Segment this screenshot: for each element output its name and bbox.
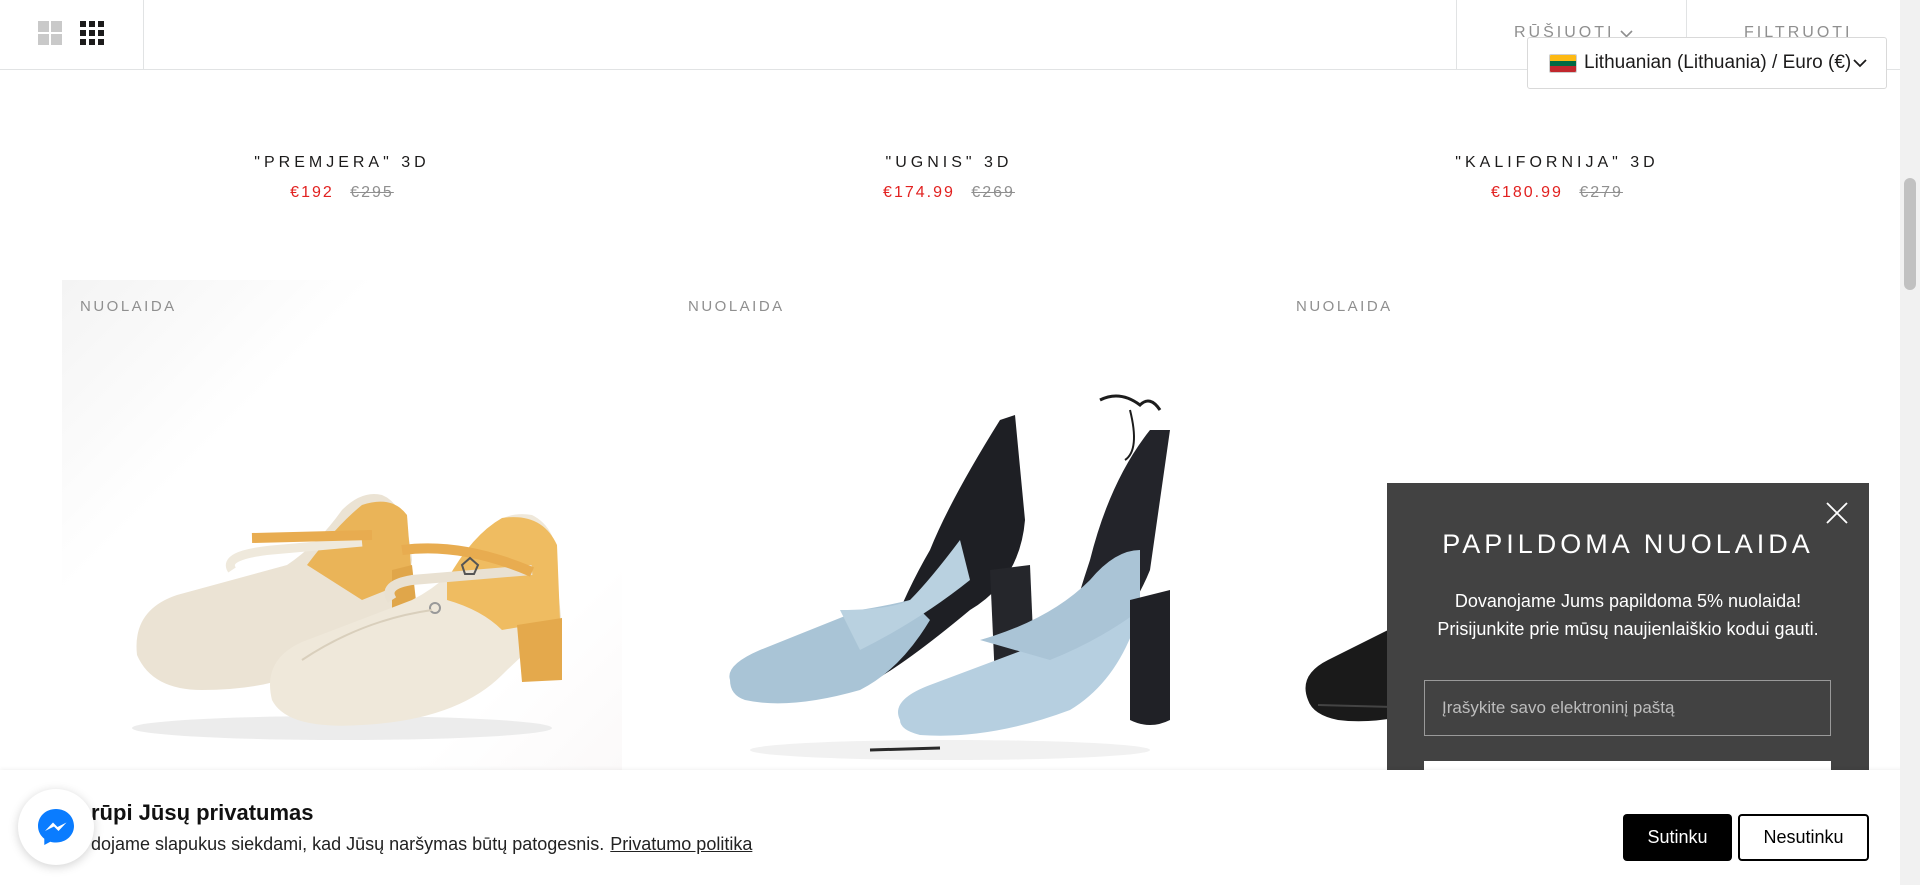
product-info[interactable]: "UGNIS" 3D €174.99 €269 (649, 154, 1249, 202)
popup-title: PAPILDOMA NUOLAIDA (1442, 529, 1814, 559)
sale-price: €180.99 (1491, 184, 1563, 201)
cookie-title: rūpi Jūsų privatumas (91, 800, 314, 825)
grid-2-icon[interactable] (37, 20, 63, 46)
product-price: €174.99 €269 (649, 184, 1249, 202)
page-scrollbar[interactable] (1900, 0, 1920, 885)
product-info[interactable]: "KALIFORNIJA" 3D €180.99 €279 (1257, 154, 1857, 202)
newsletter-popup: PAPILDOMA NUOLAIDA Dovanojame Jums papil… (1387, 483, 1869, 775)
lithuania-flag-icon (1549, 54, 1577, 73)
product-title[interactable]: "KALIFORNIJA" 3D (1257, 154, 1857, 176)
messenger-chat-button[interactable] (18, 789, 94, 865)
product-price: €192 €295 (42, 184, 642, 202)
compare-price: €269 (971, 184, 1015, 201)
decline-cookies-button[interactable]: Nesutinku (1738, 814, 1869, 861)
privacy-policy-link[interactable]: Privatumo politika (610, 834, 752, 854)
product-title[interactable]: "PREMJERA" 3D (42, 154, 642, 176)
popup-text-line: Prisijunkite prie mūsų naujienlaiškio ko… (1437, 619, 1819, 639)
layout-switch (0, 0, 144, 70)
sale-badge: NUOLAIDA (1296, 298, 1393, 315)
sale-badge: NUOLAIDA (688, 298, 785, 315)
cookie-banner: rūpi Jūsų privatumas dojame slapukus sie… (0, 770, 1920, 885)
accept-cookies-button[interactable]: Sutinku (1623, 814, 1732, 861)
popup-text-line: Dovanojame Jums papildoma 5% nuolaida! (1454, 591, 1802, 611)
language-currency-select[interactable]: Lithuanian (Lithuania) / Euro (€) (1527, 37, 1887, 89)
scrollbar-thumb[interactable] (1904, 178, 1916, 290)
language-label: Lithuanian (Lithuania) / Euro (€) (1584, 52, 1852, 73)
compare-price: €279 (1579, 184, 1623, 201)
product-title[interactable]: "UGNIS" 3D (649, 154, 1249, 176)
cookie-message: dojame slapukus siekdami, kad Jūsų naršy… (91, 834, 605, 854)
product-info[interactable]: "PREMJERA" 3D €192 €295 (42, 154, 642, 202)
product-card[interactable]: NUOLAIDA (62, 280, 622, 770)
sale-price: €192 (290, 184, 334, 201)
newsletter-email-input[interactable] (1424, 680, 1831, 736)
messenger-icon (38, 809, 74, 845)
product-image[interactable] (62, 280, 622, 770)
sale-badge: NUOLAIDA (80, 298, 177, 315)
sale-price: €174.99 (883, 184, 955, 201)
popup-description: Dovanojame Jums papildoma 5% nuolaida! P… (1417, 587, 1839, 643)
close-icon[interactable] (1823, 499, 1851, 527)
product-image[interactable] (670, 280, 1230, 770)
cookie-text: dojame slapukus siekdami, kad Jūsų naršy… (91, 834, 752, 855)
chevron-down-icon (1853, 59, 1867, 68)
product-card[interactable]: NUOLAIDA (670, 280, 1230, 770)
product-price: €180.99 €279 (1257, 184, 1857, 202)
grid-4-icon[interactable] (79, 20, 105, 46)
flag-stripe-red (1550, 66, 1576, 72)
compare-price: €295 (350, 184, 394, 201)
